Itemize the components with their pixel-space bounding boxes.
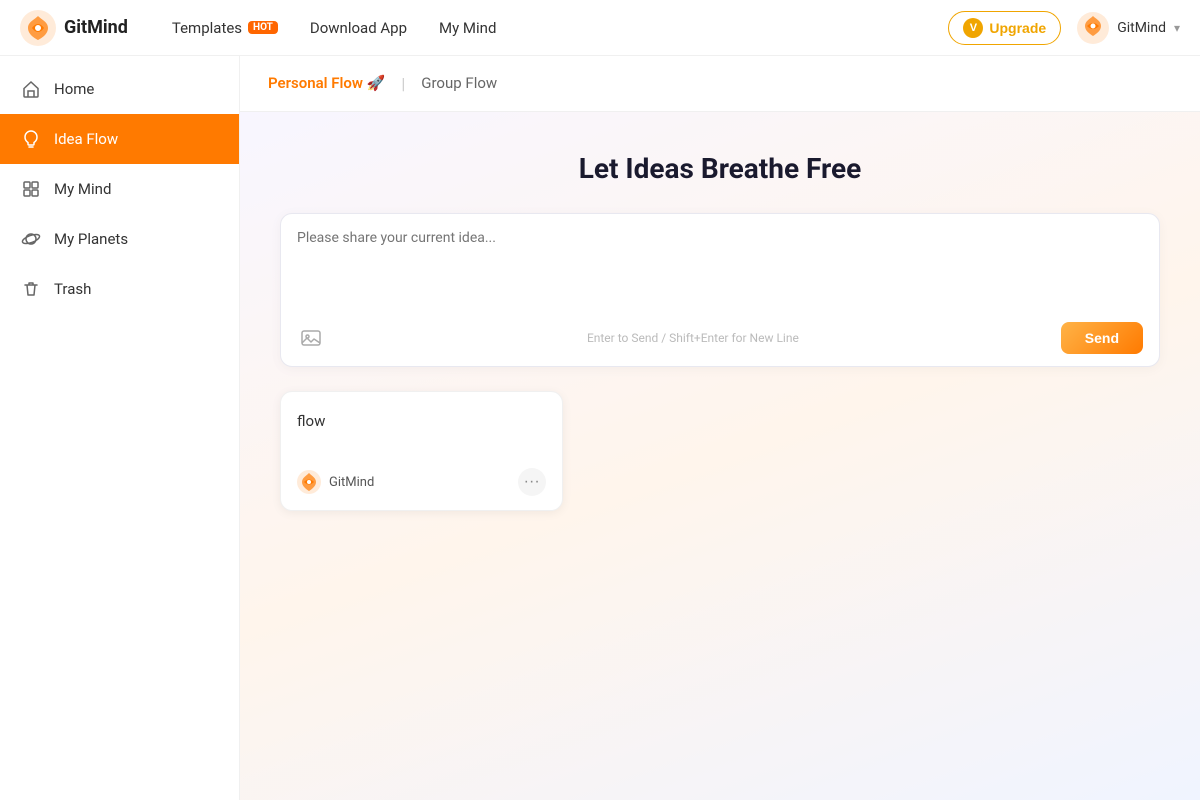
- send-hint: Enter to Send / Shift+Enter for New Line: [587, 331, 799, 345]
- sidebar-label-idea-flow: Idea Flow: [54, 130, 118, 148]
- logo-text: GitMind: [64, 17, 128, 38]
- upgrade-button[interactable]: V Upgrade: [948, 11, 1061, 45]
- card-footer: GitMind ···: [297, 468, 546, 496]
- flow-card: flow GitMind ···: [280, 391, 563, 511]
- sidebar-item-my-planets[interactable]: My Planets: [0, 214, 239, 264]
- nav-templates[interactable]: Templates Hot: [160, 13, 290, 43]
- user-chevron-icon: ▾: [1174, 21, 1180, 35]
- trash-icon: [20, 278, 42, 300]
- card-user: GitMind: [297, 470, 374, 494]
- lightbulb-icon: [20, 128, 42, 150]
- idea-box-footer: Enter to Send / Shift+Enter for New Line…: [297, 322, 1143, 354]
- sidebar-label-my-planets: My Planets: [54, 230, 128, 248]
- nav-templates-label: Templates: [172, 19, 242, 37]
- idea-input-box: Enter to Send / Shift+Enter for New Line…: [280, 213, 1160, 367]
- user-menu[interactable]: GitMind ▾: [1077, 12, 1180, 44]
- tab-group-flow[interactable]: Group Flow: [417, 66, 501, 102]
- tab-personal-label: Personal Flow 🚀: [268, 74, 385, 92]
- card-more-button[interactable]: ···: [518, 468, 546, 496]
- planet-icon: [20, 228, 42, 250]
- sidebar-label-home: Home: [54, 80, 94, 98]
- card-title: flow: [297, 412, 546, 430]
- sidebar-label-my-mind: My Mind: [54, 180, 111, 198]
- main-content: Personal Flow 🚀 | Group Flow Let Ideas B…: [240, 56, 1200, 800]
- hot-badge: Hot: [248, 21, 278, 34]
- send-button[interactable]: Send: [1061, 322, 1143, 354]
- layout: Home Idea Flow My Mind: [0, 56, 1200, 800]
- upgrade-label: Upgrade: [989, 20, 1046, 36]
- logo[interactable]: GitMind: [20, 10, 128, 46]
- content-area: Let Ideas Breathe Free Enter to Send / S…: [240, 112, 1200, 800]
- image-upload-button[interactable]: [297, 324, 325, 352]
- nav-download-label: Download App: [310, 19, 407, 37]
- sidebar-item-trash[interactable]: Trash: [0, 264, 239, 314]
- tab-group-label: Group Flow: [421, 74, 497, 92]
- tab-personal-flow[interactable]: Personal Flow 🚀: [264, 66, 389, 102]
- tabs-bar: Personal Flow 🚀 | Group Flow: [240, 56, 1200, 112]
- home-icon: [20, 78, 42, 100]
- cards-grid: flow GitMind ···: [280, 391, 1160, 511]
- nav-download[interactable]: Download App: [298, 13, 419, 43]
- user-avatar-icon: [1077, 12, 1109, 44]
- header-nav: Templates Hot Download App My Mind: [160, 13, 949, 43]
- sidebar-label-trash: Trash: [54, 280, 91, 298]
- user-name: GitMind: [1117, 20, 1166, 36]
- logo-icon: [20, 10, 56, 46]
- sidebar-item-idea-flow[interactable]: Idea Flow: [0, 114, 239, 164]
- nav-mymind[interactable]: My Mind: [427, 13, 508, 43]
- sidebar-item-home[interactable]: Home: [0, 64, 239, 114]
- sidebar: Home Idea Flow My Mind: [0, 56, 240, 800]
- card-avatar-icon: [297, 470, 321, 494]
- grid-icon: [20, 178, 42, 200]
- header: GitMind Templates Hot Download App My Mi…: [0, 0, 1200, 56]
- page-title: Let Ideas Breathe Free: [579, 152, 862, 185]
- idea-textarea[interactable]: [297, 230, 1143, 310]
- nav-mymind-label: My Mind: [439, 19, 496, 37]
- upgrade-icon: V: [963, 18, 983, 38]
- card-user-name: GitMind: [329, 475, 374, 490]
- tab-divider: |: [401, 74, 405, 93]
- header-right: V Upgrade GitMind ▾: [948, 11, 1180, 45]
- sidebar-item-my-mind[interactable]: My Mind: [0, 164, 239, 214]
